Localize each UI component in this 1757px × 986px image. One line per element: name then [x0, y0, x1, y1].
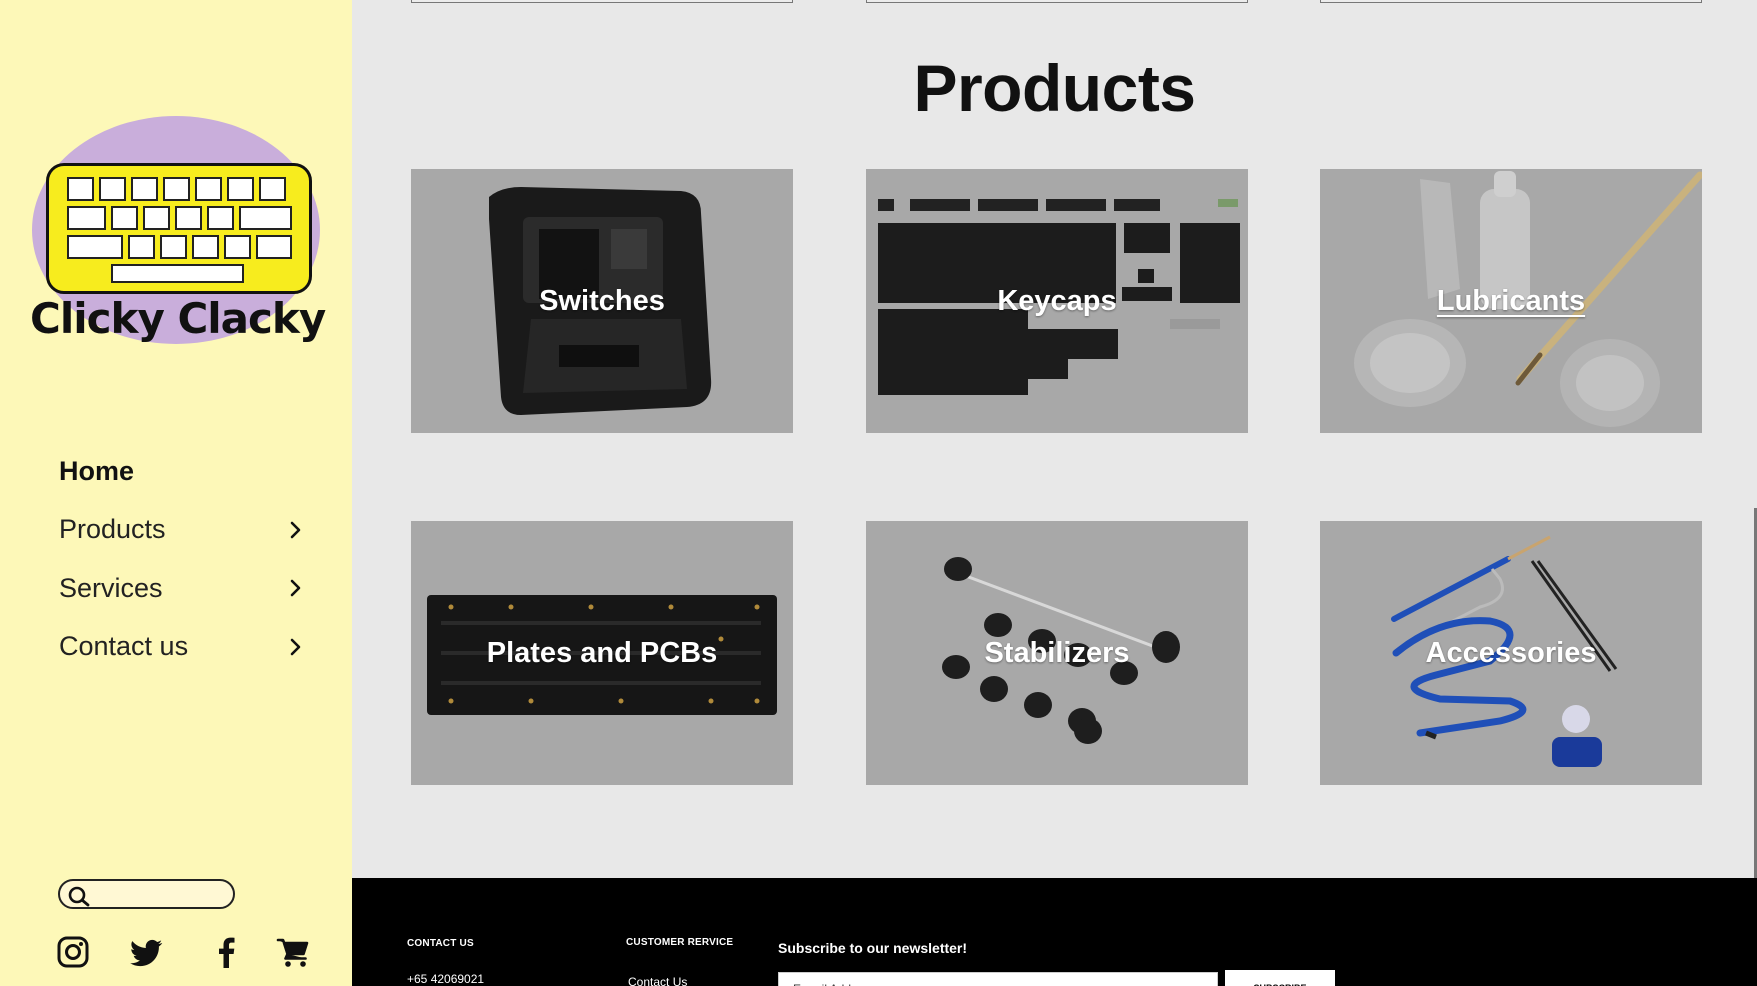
- main-content: Products Switches Keycaps Lubricants Pla…: [352, 0, 1757, 908]
- previous-card-edge: [866, 0, 1248, 3]
- keyboard-logo-icon: [46, 163, 312, 294]
- chevron-right-icon: [290, 579, 301, 597]
- previous-card-edge: [411, 0, 793, 3]
- product-card-accessories[interactable]: Accessories: [1320, 521, 1702, 785]
- product-card-label: Accessories: [1425, 636, 1597, 669]
- sidebar: Clicky Clacky Home Products Services Con…: [0, 0, 352, 986]
- footer-contact-heading: CONTACT US: [407, 938, 474, 949]
- product-card-label: Lubricants: [1436, 284, 1586, 317]
- instagram-icon[interactable]: [56, 934, 90, 970]
- newsletter-email-field[interactable]: E-mail Address: [778, 972, 1218, 986]
- brand-name: Clicky Clacky: [30, 294, 326, 343]
- product-card-switches[interactable]: Switches: [411, 169, 793, 433]
- footer-contact-link[interactable]: Contact Us: [628, 975, 687, 986]
- search-icon: [68, 886, 90, 907]
- search-box[interactable]: [58, 879, 235, 909]
- product-card-label: Plates and PCBs: [486, 636, 718, 669]
- footer: CONTACT US +65 42069021 CUSTOMER RERVICE…: [352, 878, 1757, 986]
- nav-item-home[interactable]: Home: [59, 442, 309, 501]
- chevron-right-icon: [290, 521, 301, 539]
- product-card-plates-and-pcbs[interactable]: Plates and PCBs: [411, 521, 793, 785]
- product-card-label: Stabilizers: [984, 636, 1130, 669]
- product-card-label: Keycaps: [997, 284, 1117, 317]
- nav-item-label: Products: [59, 514, 166, 545]
- product-card-lubricants[interactable]: Lubricants: [1320, 169, 1702, 433]
- previous-card-edge: [1320, 0, 1702, 3]
- twitter-icon[interactable]: [130, 934, 164, 970]
- nav-item-label: Services: [59, 572, 163, 603]
- product-card-keycaps[interactable]: Keycaps: [866, 169, 1248, 433]
- chevron-right-icon: [290, 638, 301, 656]
- footer-service-heading: CUSTOMER RERVICE: [626, 937, 734, 948]
- search-input[interactable]: [94, 884, 228, 904]
- sidebar-nav: Home Products Services Contact us: [59, 442, 309, 676]
- nav-item-label: Contact us: [59, 631, 189, 662]
- facebook-icon[interactable]: [210, 934, 244, 970]
- brand-logo[interactable]: Clicky Clacky: [30, 116, 326, 344]
- product-card-label: Switches: [539, 284, 665, 317]
- page-title: Products: [913, 51, 1196, 125]
- nav-item-services[interactable]: Services: [59, 559, 309, 618]
- footer-phone: +65 42069021: [407, 972, 485, 986]
- nav-item-label: Home: [59, 455, 135, 486]
- nav-item-products[interactable]: Products: [59, 501, 309, 560]
- product-card-stabilizers[interactable]: Stabilizers: [866, 521, 1248, 785]
- nav-item-contact-us[interactable]: Contact us: [59, 618, 309, 677]
- newsletter-heading: Subscribe to our newsletter!: [778, 940, 968, 956]
- subscribe-button[interactable]: SUBSCRIBE: [1225, 970, 1335, 986]
- shopping-cart-icon[interactable]: [276, 934, 310, 970]
